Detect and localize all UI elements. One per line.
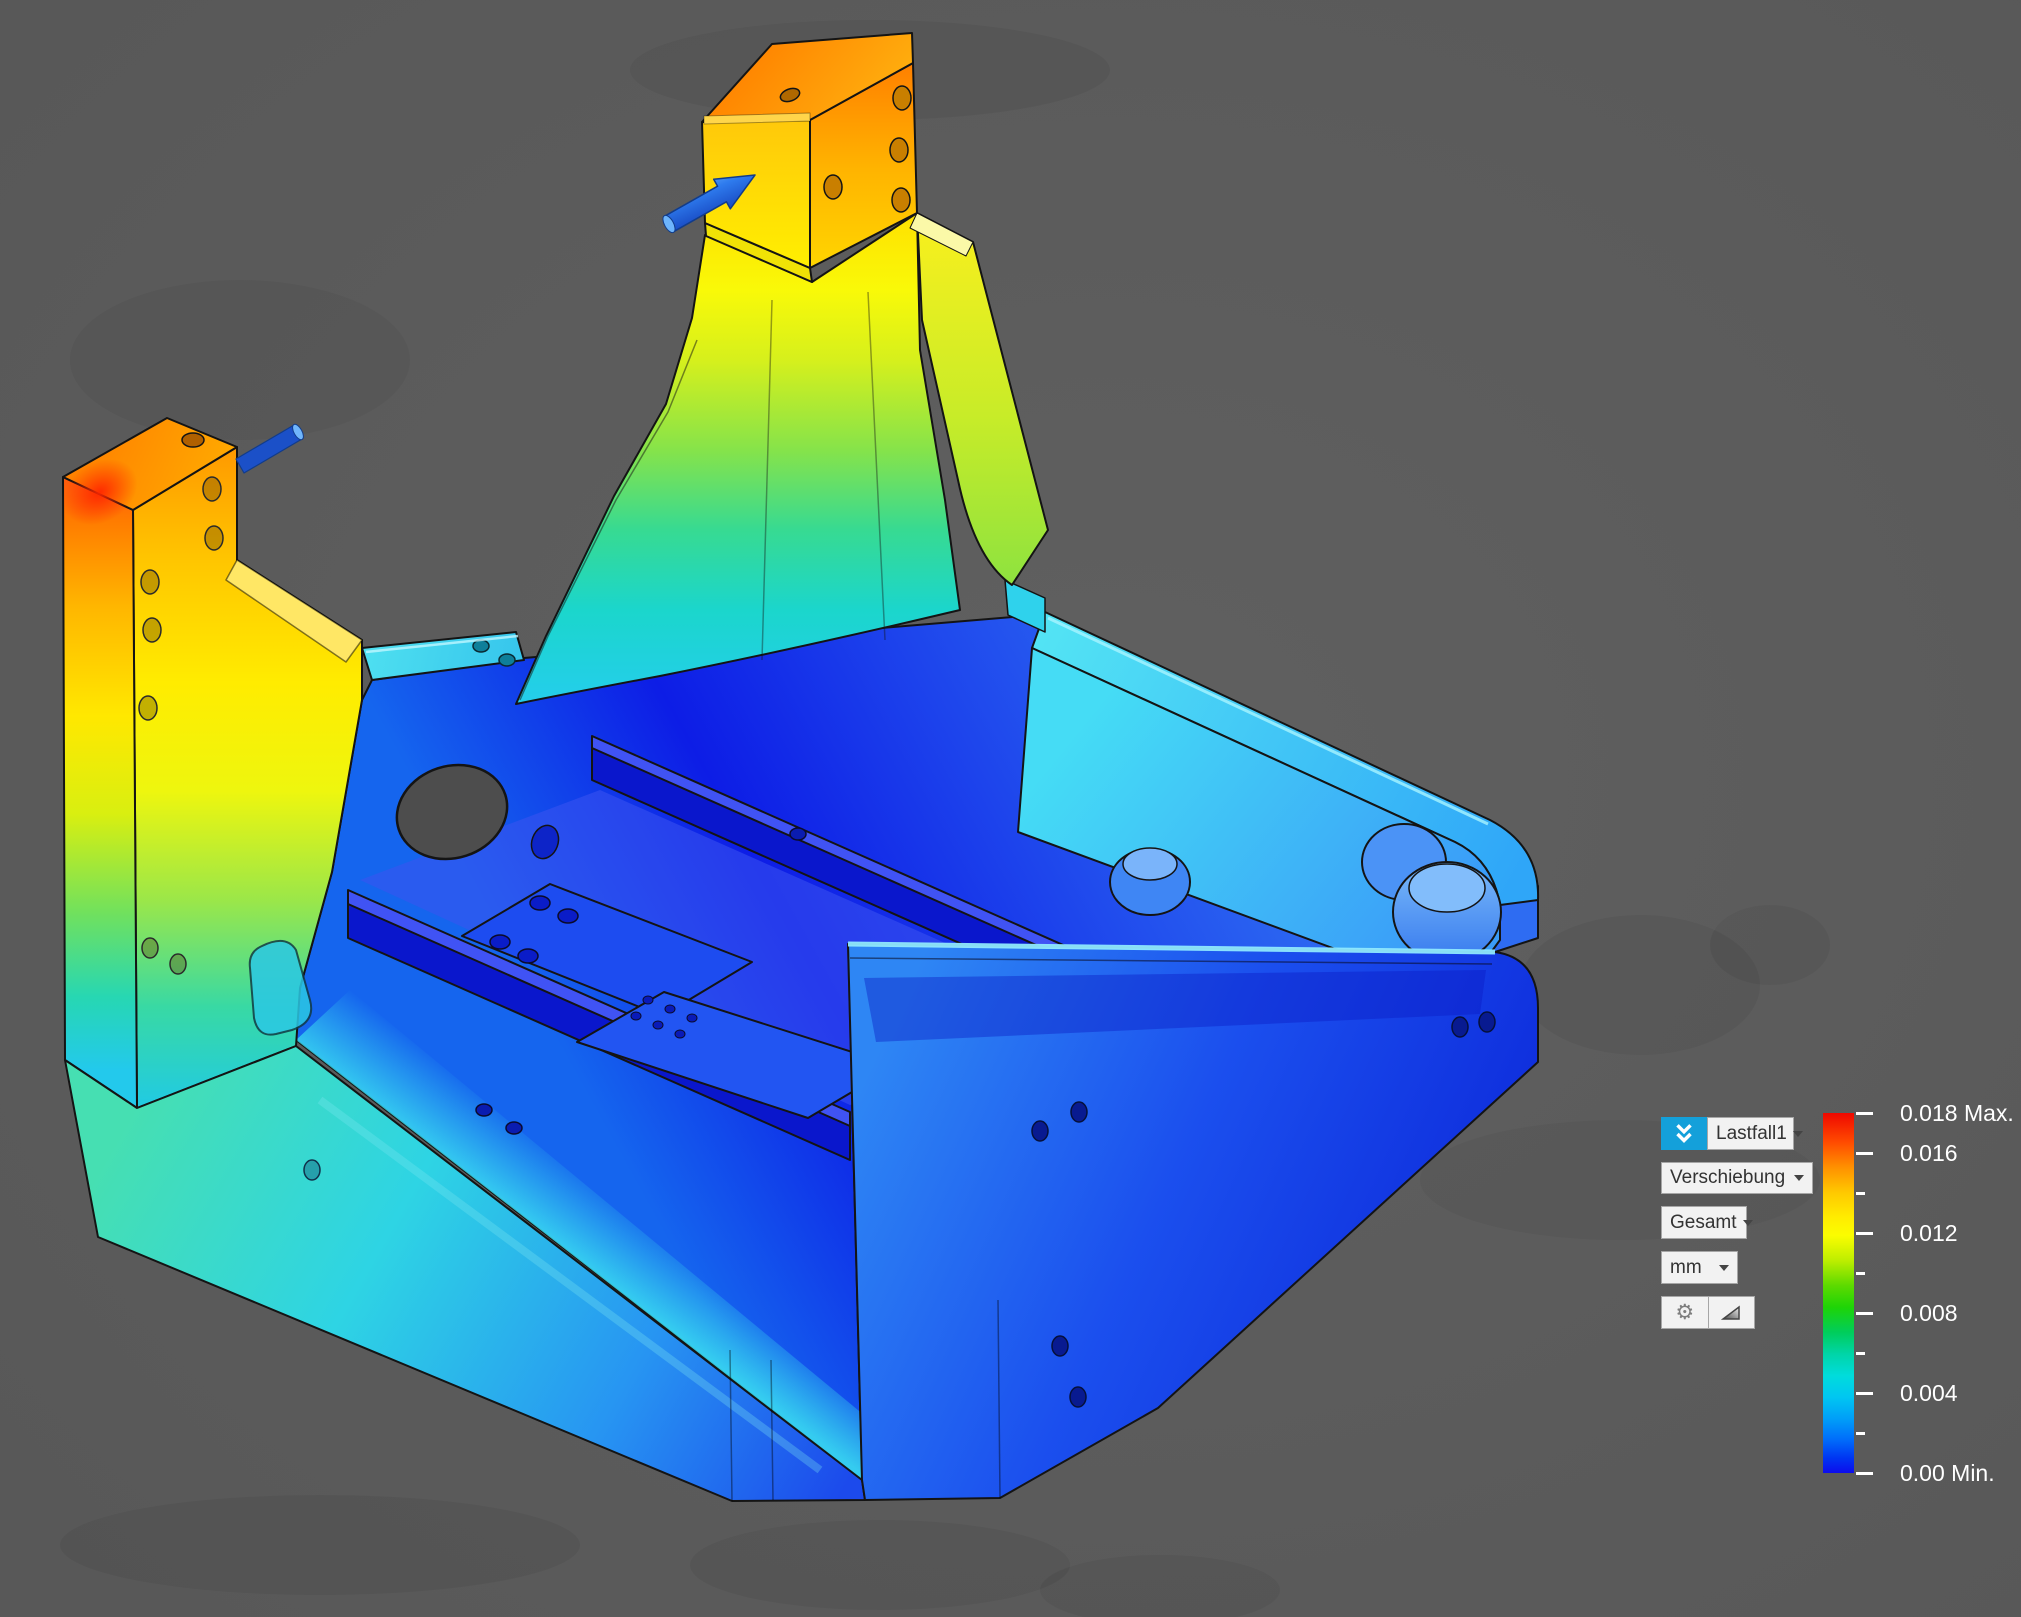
major-tick — [1856, 1232, 1873, 1235]
major-tick — [1856, 1112, 1873, 1115]
major-tick — [1856, 1392, 1873, 1395]
double-chevron-down-icon — [1671, 1121, 1697, 1147]
model-canvas[interactable] — [0, 0, 2021, 1617]
unit-value: mm — [1670, 1257, 1702, 1279]
load-case-value: Lastfall1 — [1716, 1123, 1787, 1145]
minor-tick — [1856, 1432, 1865, 1435]
major-tick — [1856, 1312, 1873, 1315]
scale-label-max: 0.018 Max. — [1900, 1101, 2014, 1125]
component-dropdown[interactable]: Gesamt — [1661, 1206, 1747, 1239]
color-scale-bar — [1823, 1113, 1854, 1473]
scale-label-016: 0.016 — [1900, 1141, 1958, 1165]
load-case-icon-button[interactable] — [1661, 1117, 1707, 1150]
scale-label-008: 0.008 — [1900, 1301, 1958, 1325]
legend-toolbar: ⚙ — [1661, 1296, 1755, 1329]
major-tick — [1856, 1472, 1873, 1475]
chevron-down-icon — [1743, 1220, 1753, 1226]
minor-tick — [1856, 1272, 1865, 1275]
result-type-value: Verschiebung — [1670, 1167, 1785, 1189]
legend-ramp-button[interactable] — [1709, 1296, 1756, 1329]
unit-dropdown[interactable]: mm — [1661, 1251, 1738, 1284]
major-tick — [1856, 1152, 1873, 1155]
scale-label-004: 0.004 — [1900, 1381, 1958, 1405]
result-type-dropdown[interactable]: Verschiebung — [1661, 1162, 1813, 1194]
scale-label-012: 0.012 — [1900, 1221, 1958, 1245]
chevron-down-icon — [1719, 1265, 1729, 1271]
minor-tick — [1856, 1352, 1865, 1355]
gear-icon: ⚙ — [1675, 1302, 1694, 1323]
minor-tick — [1856, 1192, 1865, 1195]
scale-label-min: 0.00 Min. — [1900, 1461, 1995, 1485]
component-value: Gesamt — [1670, 1212, 1737, 1234]
load-case-dropdown[interactable]: Lastfall1 — [1707, 1117, 1794, 1150]
settings-button[interactable]: ⚙ — [1661, 1296, 1709, 1329]
chevron-down-icon — [1793, 1131, 1803, 1137]
ramp-triangle-icon — [1721, 1305, 1741, 1321]
chevron-down-icon — [1794, 1175, 1804, 1181]
